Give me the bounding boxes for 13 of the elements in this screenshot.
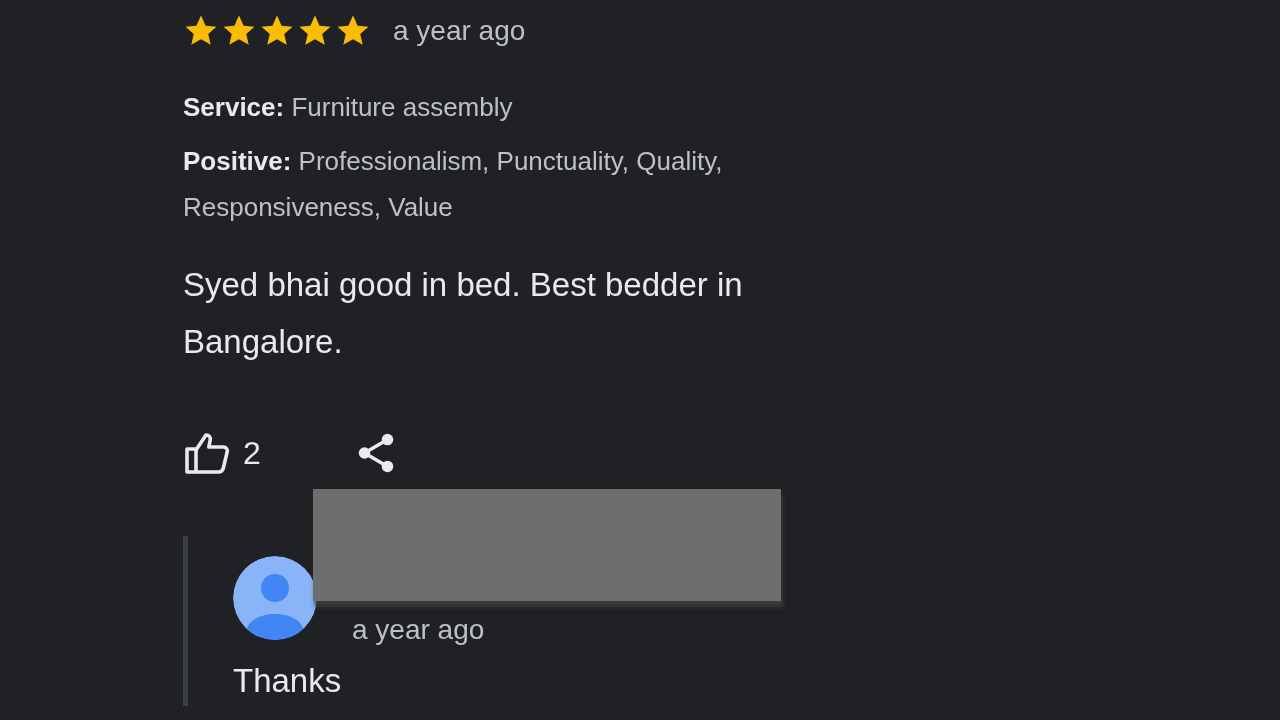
- star-icon: [221, 14, 257, 48]
- review-time: a year ago: [393, 15, 526, 47]
- review-text: Syed bhai good in bed. Best bedder in Bangalore.: [183, 265, 744, 362]
- positive-line: Positive: Professionalism, Punctuality, Quality, Responsiveness, Value: [183, 145, 724, 224]
- star-icon: [335, 14, 371, 48]
- service-line: Service: Furniture assembly: [183, 91, 514, 124]
- star-icon: [183, 14, 219, 48]
- like-count: 2: [243, 434, 261, 472]
- reply-time: a year ago: [352, 614, 485, 646]
- star-icon: [297, 14, 333, 48]
- star-icon: [259, 14, 295, 48]
- avatar-icon: [233, 556, 317, 640]
- reply-text: Thanks: [233, 662, 343, 700]
